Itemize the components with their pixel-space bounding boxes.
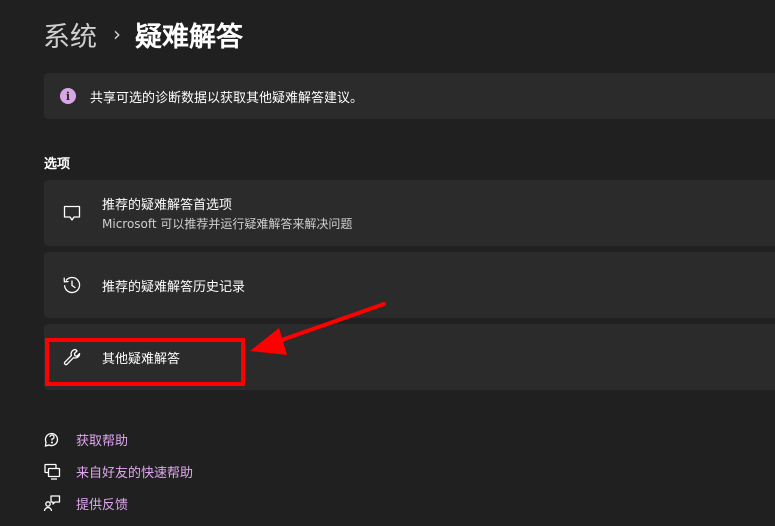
link-label: 获取帮助 bbox=[76, 433, 129, 449]
help-icon bbox=[42, 429, 62, 449]
diagnostic-data-banner[interactable]: i 共享可选的诊断数据以获取其他疑难解答建议。 bbox=[44, 73, 775, 119]
card-title: 其他疑难解答 bbox=[102, 351, 181, 367]
feedback-icon bbox=[42, 493, 62, 513]
page-title: 疑难解答 bbox=[135, 21, 243, 53]
recommended-history-card[interactable]: 推荐的疑难解答历史记录 bbox=[44, 252, 775, 318]
link-label: 来自好友的快速帮助 bbox=[76, 465, 194, 481]
card-title: 推荐的疑难解答首选项 bbox=[102, 198, 233, 213]
card-subtitle: Microsoft 可以推荐并运行疑难解答来解决问题 bbox=[102, 217, 353, 231]
quick-assist-icon bbox=[42, 461, 62, 481]
breadcrumb-separator: › bbox=[113, 22, 121, 46]
breadcrumb: 系统 › 疑难解答 bbox=[43, 14, 243, 54]
help-links: 获取帮助 来自好友的快速帮助 提供反馈 bbox=[42, 423, 193, 519]
recommended-preferences-card[interactable]: 推荐的疑难解答首选项 Microsoft 可以推荐并运行疑难解答来解决问题 bbox=[44, 180, 775, 246]
banner-text: 共享可选的诊断数据以获取其他疑难解答建议。 bbox=[90, 90, 364, 106]
get-help-link[interactable]: 获取帮助 bbox=[42, 423, 193, 455]
link-label: 提供反馈 bbox=[76, 497, 129, 513]
card-title: 推荐的疑难解答历史记录 bbox=[102, 279, 246, 295]
give-feedback-link[interactable]: 提供反馈 bbox=[42, 487, 193, 519]
quick-assist-link[interactable]: 来自好友的快速帮助 bbox=[42, 455, 193, 487]
wrench-icon bbox=[61, 346, 83, 368]
section-heading: 选项 bbox=[44, 157, 71, 172]
chat-bubble-icon bbox=[61, 202, 83, 224]
info-icon: i bbox=[60, 88, 76, 104]
other-troubleshooters-card[interactable]: 其他疑难解答 bbox=[44, 324, 775, 390]
breadcrumb-parent[interactable]: 系统 bbox=[43, 15, 97, 54]
history-icon bbox=[61, 274, 83, 296]
